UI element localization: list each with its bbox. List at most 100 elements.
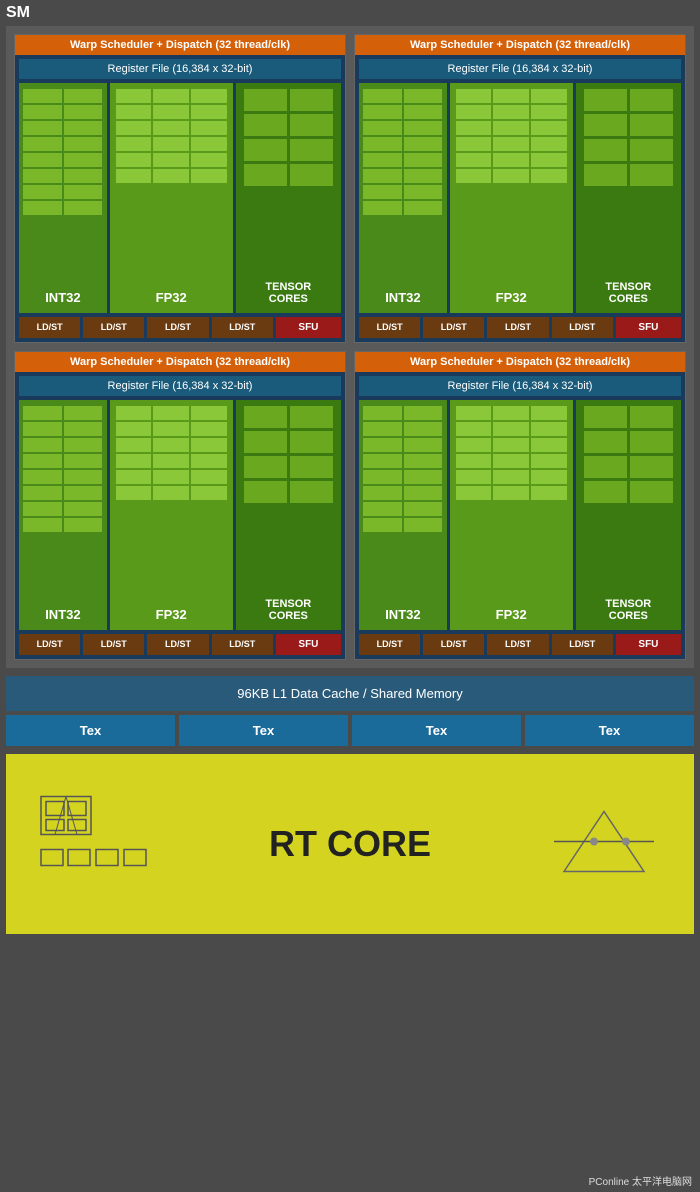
- ldst-btn-3-2: LD/ST: [487, 634, 548, 655]
- tensor-core-cell: [584, 164, 627, 186]
- tex-btn-3[interactable]: Tex: [525, 715, 694, 746]
- warp-header-0: Warp Scheduler + Dispatch (32 thread/clk…: [15, 35, 345, 55]
- warp-block-1: Warp Scheduler + Dispatch (32 thread/clk…: [354, 34, 686, 343]
- int32-label-3: INT32: [385, 607, 420, 622]
- core-cell: [191, 406, 227, 420]
- core-cell: [404, 153, 443, 167]
- core-cell: [493, 153, 529, 167]
- core-cell: [456, 470, 492, 484]
- tensor-core-cell: [630, 139, 673, 161]
- core-cell: [153, 89, 189, 103]
- warp-block-3: Warp Scheduler + Dispatch (32 thread/clk…: [354, 351, 686, 660]
- ldst-btn-1-3: LD/ST: [552, 317, 613, 338]
- outer-container: Warp Scheduler + Dispatch (32 thread/clk…: [6, 26, 694, 668]
- rt-shapes-left: [36, 782, 156, 907]
- core-cell: [153, 137, 189, 151]
- tensor-core-cell: [584, 431, 627, 453]
- ldst-btn-1-0: LD/ST: [359, 317, 420, 338]
- core-cell: [116, 121, 152, 135]
- core-cell: [64, 201, 103, 215]
- fp32-col-2: FP32: [110, 400, 233, 630]
- core-cell: [64, 89, 103, 103]
- int32-col-2: INT32: [19, 400, 107, 630]
- tensor-core-cell: [630, 456, 673, 478]
- core-cell: [456, 89, 492, 103]
- core-cell: [153, 422, 189, 436]
- sfu-btn-2: SFU: [276, 634, 341, 655]
- tex-btn-2[interactable]: Tex: [352, 715, 521, 746]
- tensor-core-cell: [290, 89, 333, 111]
- core-cell: [531, 121, 567, 135]
- fp32-label-2: FP32: [156, 607, 187, 622]
- core-cell: [493, 438, 529, 452]
- core-cell: [116, 438, 152, 452]
- core-cell: [191, 169, 227, 183]
- core-cell: [153, 454, 189, 468]
- core-cell: [456, 105, 492, 119]
- core-cell: [493, 89, 529, 103]
- core-cell: [116, 406, 152, 420]
- core-cell: [64, 153, 103, 167]
- core-cell: [23, 406, 62, 420]
- tensor-core-cell: [290, 406, 333, 428]
- core-cell: [191, 454, 227, 468]
- core-cell: [191, 105, 227, 119]
- core-cell: [404, 137, 443, 151]
- core-cell: [363, 89, 402, 103]
- fp32-label-3: FP32: [496, 607, 527, 622]
- core-cell: [456, 121, 492, 135]
- core-cell: [116, 470, 152, 484]
- bottom-row-1: LD/STLD/STLD/STLD/STSFU: [355, 317, 685, 342]
- core-cell: [531, 89, 567, 103]
- core-cell: [493, 470, 529, 484]
- core-cell: [23, 89, 62, 103]
- core-cell: [116, 422, 152, 436]
- core-cell: [23, 438, 62, 452]
- rt-shapes-right: [554, 802, 664, 887]
- core-cell: [153, 438, 189, 452]
- warp-header-3: Warp Scheduler + Dispatch (32 thread/clk…: [355, 352, 685, 372]
- register-file-1: Register File (16,384 x 32-bit): [359, 59, 681, 79]
- tex-row: TexTexTexTex: [0, 715, 700, 746]
- core-cell: [531, 470, 567, 484]
- tensor-core-cell: [584, 406, 627, 428]
- tensor-core-cell: [244, 406, 287, 428]
- core-cell: [363, 438, 402, 452]
- core-cell: [404, 105, 443, 119]
- ldst-btn-0-1: LD/ST: [83, 317, 144, 338]
- core-cell: [64, 422, 103, 436]
- core-cell: [23, 486, 62, 500]
- warp-block-2: Warp Scheduler + Dispatch (32 thread/clk…: [14, 351, 346, 660]
- tensor-core-cell: [244, 481, 287, 503]
- tensor-core-cell: [584, 139, 627, 161]
- tensor-core-cell: [630, 164, 673, 186]
- int32-col-0: INT32: [19, 83, 107, 313]
- core-cell: [531, 137, 567, 151]
- core-cell: [153, 105, 189, 119]
- core-cell: [191, 486, 227, 500]
- fp32-col-1: FP32: [450, 83, 573, 313]
- core-cell: [456, 169, 492, 183]
- tensor-core-cell: [584, 114, 627, 136]
- register-file-3: Register File (16,384 x 32-bit): [359, 376, 681, 396]
- register-file-0: Register File (16,384 x 32-bit): [19, 59, 341, 79]
- core-cell: [191, 89, 227, 103]
- core-cell: [191, 153, 227, 167]
- core-cell: [23, 137, 62, 151]
- core-cell: [64, 105, 103, 119]
- tensor-core-cell: [290, 431, 333, 453]
- tex-btn-0[interactable]: Tex: [6, 715, 175, 746]
- core-cell: [191, 438, 227, 452]
- core-cell: [363, 201, 402, 215]
- tensor-core-cell: [584, 89, 627, 111]
- core-cell: [493, 137, 529, 151]
- tensor-col-0: TENSOR CORES: [236, 83, 341, 313]
- tensor-core-cell: [244, 164, 287, 186]
- core-cell: [23, 105, 62, 119]
- tex-btn-1[interactable]: Tex: [179, 715, 348, 746]
- quadrant-grid: Warp Scheduler + Dispatch (32 thread/clk…: [14, 34, 686, 660]
- tensor-label-0: TENSOR CORES: [265, 281, 311, 305]
- core-cell: [153, 169, 189, 183]
- tensor-label-3: TENSOR CORES: [605, 598, 651, 622]
- core-cell: [404, 486, 443, 500]
